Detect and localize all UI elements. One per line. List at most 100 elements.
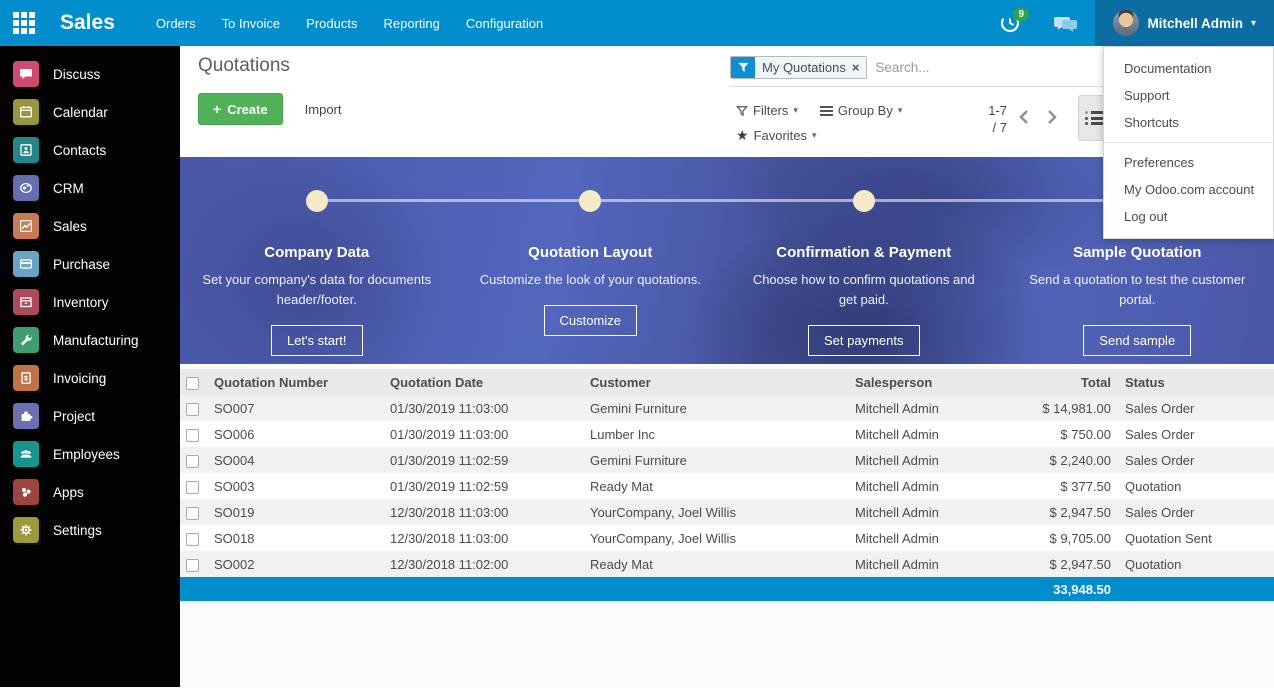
sidebar-label: Contacts [53, 143, 106, 158]
sidebar-label: Invoicing [53, 371, 106, 386]
sidebar-item-crm[interactable]: CRM [0, 169, 180, 207]
sidebar-label: Settings [53, 523, 102, 538]
sidebar-item-employees[interactable]: Employees [0, 435, 180, 473]
sidebar-item-contacts[interactable]: Contacts [0, 131, 180, 169]
table-row[interactable]: SO00212/30/2018 11:02:00 Ready MatMitche… [180, 551, 1274, 577]
nav-products[interactable]: Products [293, 0, 370, 46]
table-row[interactable]: SO00401/30/2019 11:02:59 Gemini Furnitur… [180, 447, 1274, 473]
col-salesperson[interactable]: Salesperson [851, 369, 1011, 395]
sidebar-label: Project [53, 409, 95, 424]
table-row[interactable]: SO00301/30/2019 11:02:59 Ready MatMitche… [180, 473, 1274, 499]
col-quotation-number[interactable]: Quotation Number [210, 369, 386, 395]
wrench-icon [13, 327, 39, 353]
chart-icon [13, 213, 39, 239]
row-checkbox[interactable] [186, 481, 199, 494]
sidebar-item-invoicing[interactable]: Invoicing [0, 359, 180, 397]
chevron-down-icon: ▾ [1251, 18, 1256, 29]
set-payments-button[interactable]: Set payments [808, 325, 920, 356]
sidebar-item-calendar[interactable]: Calendar [0, 93, 180, 131]
pager-range[interactable]: 1-7 [977, 102, 1007, 119]
nav-orders[interactable]: Orders [143, 0, 209, 46]
menu-item-log-out[interactable]: Log out [1104, 203, 1273, 230]
row-checkbox[interactable] [186, 403, 199, 416]
row-checkbox[interactable] [186, 429, 199, 442]
table-row[interactable]: SO01812/30/2018 11:03:00 YourCompany, Jo… [180, 525, 1274, 551]
step-dot [306, 190, 328, 212]
table-row[interactable]: SO00601/30/2019 11:03:00 Lumber IncMitch… [180, 421, 1274, 447]
chevron-down-icon: ▾ [812, 130, 817, 141]
sidebar-item-apps[interactable]: Apps [0, 473, 180, 511]
sidebar-item-manufacturing[interactable]: Manufacturing [0, 321, 180, 359]
table-footer-row: 33,948.50 [180, 577, 1274, 601]
table-header-row: Quotation Number Quotation Date Customer… [180, 369, 1274, 395]
menu-item-support[interactable]: Support [1104, 82, 1273, 109]
col-customer[interactable]: Customer [586, 369, 851, 395]
table-row[interactable]: SO01912/30/2018 11:03:00 YourCompany, Jo… [180, 499, 1274, 525]
star-icon: ★ [736, 127, 749, 144]
address-book-icon [13, 137, 39, 163]
row-checkbox[interactable] [186, 533, 199, 546]
sidebar-item-sales[interactable]: Sales [0, 207, 180, 245]
menu-item-shortcuts[interactable]: Shortcuts [1104, 109, 1273, 136]
activity-icon[interactable]: 9 [983, 0, 1037, 46]
row-checkbox[interactable] [186, 559, 199, 572]
import-link[interactable]: Import [305, 102, 342, 117]
menu-item-preferences[interactable]: Preferences [1104, 149, 1273, 176]
sidebar-item-inventory[interactable]: Inventory [0, 283, 180, 321]
send-sample-button[interactable]: Send sample [1083, 325, 1191, 356]
step-dot [579, 190, 601, 212]
sidebar-label: Employees [53, 447, 120, 462]
calendar-icon [13, 99, 39, 125]
create-button[interactable]: + Create [198, 93, 283, 125]
col-quotation-date[interactable]: Quotation Date [386, 369, 586, 395]
app-brand[interactable]: Sales [60, 11, 115, 35]
table-row[interactable]: SO00701/30/2019 11:03:00 Gemini Furnitur… [180, 395, 1274, 421]
sidebar-label: Inventory [53, 295, 109, 310]
select-all-checkbox[interactable] [186, 377, 199, 390]
pager-next-button[interactable] [1046, 108, 1058, 126]
sidebar-label: CRM [53, 181, 84, 196]
avatar [1113, 10, 1139, 36]
nav-configuration[interactable]: Configuration [453, 0, 556, 46]
nav-to-invoice[interactable]: To Invoice [209, 0, 294, 46]
sidebar-label: Manufacturing [53, 333, 139, 348]
search-facet-my-quotations[interactable]: My Quotations × [730, 56, 867, 79]
row-checkbox[interactable] [186, 455, 199, 468]
row-checkbox[interactable] [186, 507, 199, 520]
favorites-dropdown[interactable]: ★ Favorites ▾ [736, 127, 817, 144]
facet-close-icon[interactable]: × [852, 60, 860, 75]
menu-item-documentation[interactable]: Documentation [1104, 55, 1273, 82]
menu-item-odoo-account[interactable]: My Odoo.com account [1104, 176, 1273, 203]
lets-start-button[interactable]: Let's start! [271, 325, 363, 356]
group-by-dropdown[interactable]: Group By ▾ [820, 103, 902, 118]
top-bar: Sales Orders To Invoice Products Reporti… [0, 0, 1274, 46]
nav-reporting[interactable]: Reporting [370, 0, 452, 46]
sidebar-item-project[interactable]: Project [0, 397, 180, 435]
credit-card-icon [13, 251, 39, 277]
apps-grid-icon[interactable] [0, 0, 48, 46]
messages-icon[interactable] [1037, 0, 1095, 46]
gear-icon [13, 517, 39, 543]
funnel-icon [736, 105, 748, 117]
col-total[interactable]: Total [1011, 369, 1121, 395]
sidebar-label: Discuss [53, 67, 100, 82]
sidebar-item-settings[interactable]: Settings [0, 511, 180, 549]
sidebar-item-purchase[interactable]: Purchase [0, 245, 180, 283]
total-sum: 33,948.50 [180, 577, 1121, 601]
col-status[interactable]: Status [1121, 369, 1274, 395]
filters-dropdown[interactable]: Filters ▾ [736, 103, 798, 118]
sidebar-label: Calendar [53, 105, 108, 120]
group-by-icon [820, 104, 833, 118]
sidebar-item-discuss[interactable]: Discuss [0, 55, 180, 93]
user-dropdown-menu: Documentation Support Shortcuts Preferen… [1103, 46, 1274, 239]
chevron-down-icon: ▾ [898, 105, 903, 116]
customize-button[interactable]: Customize [544, 305, 637, 336]
app-sidebar: Discuss Calendar Contacts CRM Sales Purc… [0, 46, 180, 687]
user-menu-toggle[interactable]: Mitchell Admin ▾ [1095, 0, 1274, 46]
quotations-table: Quotation Number Quotation Date Customer… [180, 369, 1274, 601]
pager: 1-7 / 7 [977, 102, 1007, 136]
pager-previous-button[interactable] [1018, 108, 1030, 126]
box-icon [13, 289, 39, 315]
page-title: Quotations [198, 55, 290, 77]
chat-icon [13, 61, 39, 87]
